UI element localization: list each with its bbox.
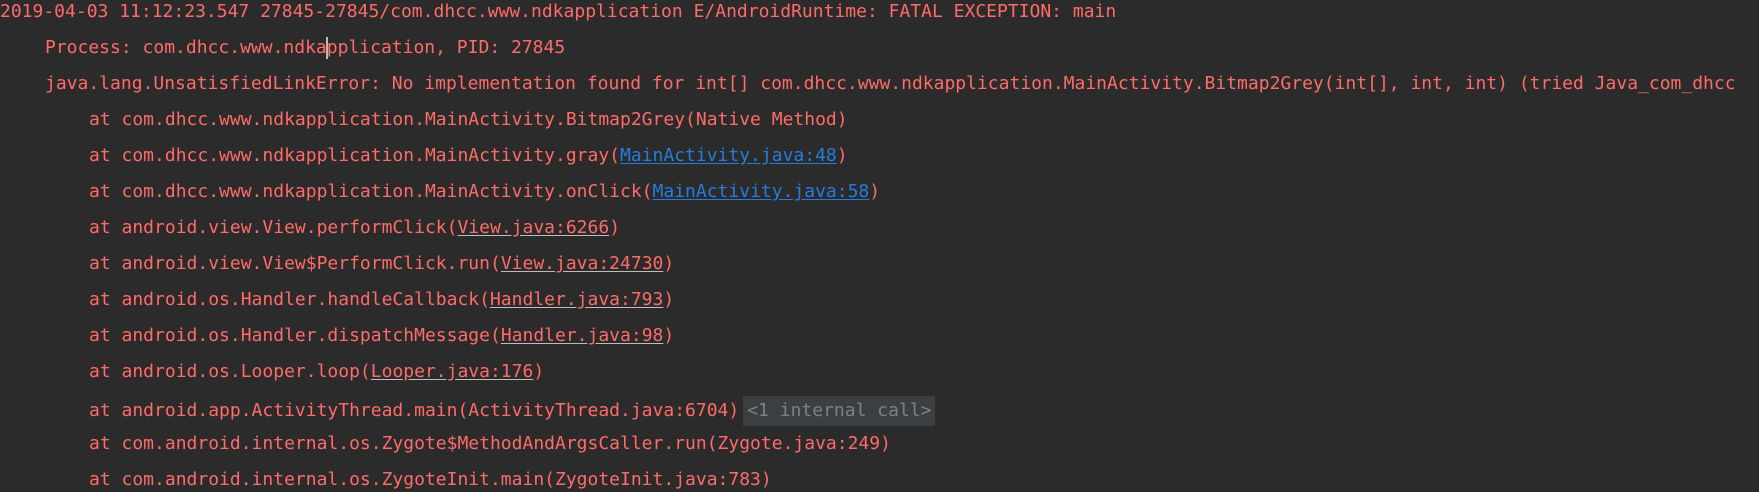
- source-link[interactable]: View.java:24730: [501, 253, 664, 274]
- stack-frame-line: at android.view.View.performClick(View.j…: [89, 216, 620, 240]
- process-line: Process: com.dhcc.www.ndkapplication, PI…: [45, 36, 565, 60]
- stack-frame-line: at com.dhcc.www.ndkapplication.MainActiv…: [89, 144, 848, 168]
- frame-close-paren: ): [533, 361, 545, 382]
- frame-method: at android.os.Looper.loop(: [89, 361, 371, 382]
- stack-frame-line: at android.os.Looper.loop(Looper.java:17…: [89, 360, 544, 384]
- frame-method: at android.os.Handler.dispatchMessage(: [89, 325, 501, 346]
- frame-method: at android.os.Handler.handleCallback(: [89, 289, 490, 310]
- frame-close-paren: ): [836, 145, 848, 166]
- frame-close-paren: ): [609, 217, 621, 238]
- source-link[interactable]: MainActivity.java:48: [620, 145, 837, 166]
- logcat-output[interactable]: 2019-04-03 11:12:23.547 27845-27845/com.…: [0, 0, 1759, 492]
- stack-frame-line: at android.app.ActivityThread.main(Activ…: [89, 396, 936, 426]
- source-link[interactable]: Looper.java:176: [371, 361, 534, 382]
- stack-frame-line: at com.android.internal.os.ZygoteInit.ma…: [89, 469, 772, 490]
- frame-method: at android.view.View$PerformClick.run(: [89, 253, 501, 274]
- source-link[interactable]: Handler.java:98: [501, 325, 664, 346]
- process-text-end: pplication, PID: 27845: [326, 37, 566, 58]
- frame-close-paren: ): [663, 325, 675, 346]
- log-header-line: 2019-04-03 11:12:23.547 27845-27845/com.…: [0, 1, 1117, 22]
- frame-close-paren: ): [663, 289, 675, 310]
- frame-method: at android.app.ActivityThread.main(Activ…: [89, 400, 740, 421]
- frame-method: at android.view.View.performClick(: [89, 217, 458, 238]
- stack-frame-line: at android.view.View$PerformClick.run(Vi…: [89, 252, 674, 276]
- stack-frame-line: at android.os.Handler.handleCallback(Han…: [89, 288, 674, 312]
- frame-close-paren: ): [663, 253, 675, 274]
- source-link[interactable]: MainActivity.java:58: [653, 181, 870, 202]
- stack-frame-line: at com.dhcc.www.ndkapplication.MainActiv…: [89, 109, 848, 130]
- stack-frame-line: at android.os.Handler.dispatchMessage(Ha…: [89, 324, 674, 348]
- source-link[interactable]: View.java:6266: [457, 217, 609, 238]
- stack-frame-line: at com.android.internal.os.Zygote$Method…: [89, 433, 891, 454]
- process-text-start: Process: com.dhcc.www.ndka: [45, 37, 327, 58]
- source-link[interactable]: Handler.java:793: [490, 289, 663, 310]
- stack-frame-line: at com.dhcc.www.ndkapplication.MainActiv…: [89, 180, 880, 204]
- frame-method: at com.dhcc.www.ndkapplication.MainActiv…: [89, 145, 621, 166]
- internal-call-fold[interactable]: <1 internal call>: [743, 396, 936, 426]
- frame-close-paren: ): [869, 181, 881, 202]
- frame-method: at com.dhcc.www.ndkapplication.MainActiv…: [89, 181, 653, 202]
- exception-line: java.lang.UnsatisfiedLinkError: No imple…: [45, 73, 1736, 94]
